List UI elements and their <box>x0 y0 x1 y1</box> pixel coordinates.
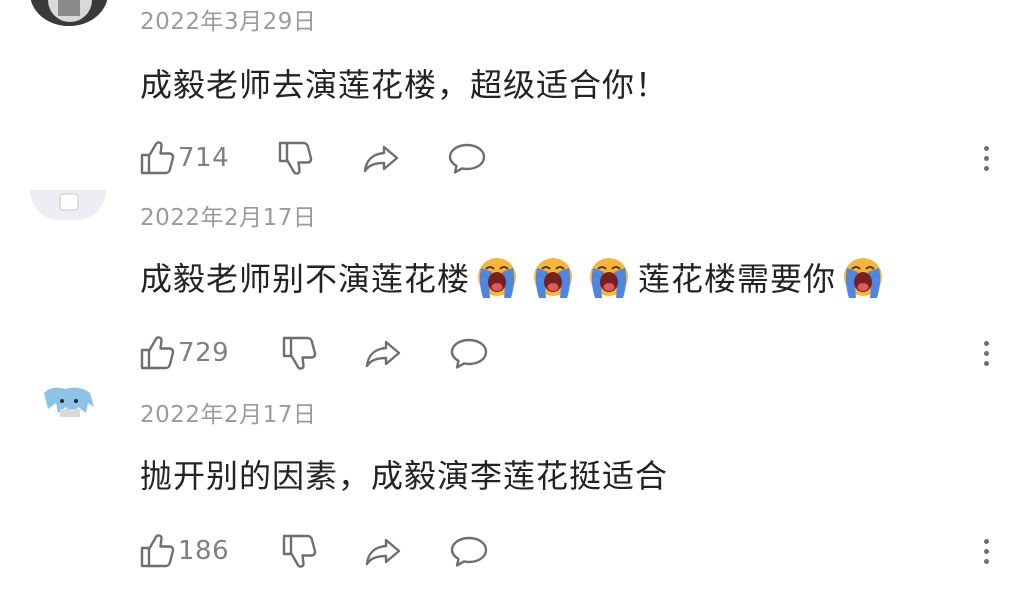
more-dot <box>983 145 989 151</box>
comment-text-segment: 成毅老师别不演莲花楼 <box>140 260 471 298</box>
thumbs-down-icon <box>282 534 317 568</box>
dislike-button[interactable] <box>280 331 318 375</box>
loudly-crying-face-emoji <box>844 258 883 298</box>
like-button[interactable]: 714 <box>138 136 229 180</box>
comment-date: 2022年3月29日 <box>140 9 317 35</box>
more-dot <box>983 548 989 554</box>
comment-actions: 186 <box>138 529 998 573</box>
comment-text: 成毅老师别不演莲花楼 莲花楼需要你 <box>140 252 892 302</box>
like-button[interactable]: 186 <box>138 529 229 573</box>
like-count: 714 <box>178 143 230 173</box>
share-arrow-icon <box>363 145 399 173</box>
reply-button[interactable] <box>446 136 488 180</box>
dislike-button[interactable] <box>280 529 318 573</box>
share-arrow-icon <box>365 340 401 368</box>
comment-text: 抛开别的因素，成毅演李莲花挺适合 <box>140 451 668 497</box>
comment-actions: 714 <box>138 136 998 180</box>
loudly-crying-face-emoji <box>534 258 573 298</box>
like-count: 186 <box>178 536 230 566</box>
reply-button[interactable] <box>448 529 490 573</box>
share-arrow-icon <box>365 538 401 566</box>
more-dot <box>983 538 989 544</box>
more-dot <box>983 558 989 564</box>
comment-date: 2022年2月17日 <box>140 402 317 428</box>
more-dot <box>983 350 989 356</box>
share-button[interactable] <box>364 529 404 573</box>
dislike-button[interactable] <box>276 136 314 180</box>
loudly-crying-face-emoji <box>478 258 517 298</box>
comment-bubble-icon <box>448 143 486 174</box>
thumbs-up-icon <box>140 336 175 370</box>
thumbs-up-icon <box>140 534 175 568</box>
avatar[interactable] <box>30 0 108 26</box>
comment-item: 2022年2月17日 抛开别的因素，成毅演李莲花挺适合 186 <box>0 385 1024 602</box>
thumbs-up-icon <box>140 141 175 175</box>
comments-page: 2022年3月29日 成毅老师去演莲花楼，超级适合你！ 714 2022年2月1… <box>0 0 1024 602</box>
comment-item: 2022年2月17日 成毅老师别不演莲花楼 莲花楼需要你 729 <box>0 190 1024 390</box>
reply-button[interactable] <box>448 331 490 375</box>
comment-text: 成毅老师去演莲花楼，超级适合你！ <box>140 60 668 106</box>
more-dot <box>983 340 989 346</box>
thumbs-down-icon <box>282 336 317 370</box>
more-dot <box>983 155 989 161</box>
comment-actions: 729 <box>138 331 998 375</box>
more-options-button[interactable] <box>974 136 998 180</box>
like-button[interactable]: 729 <box>138 331 229 375</box>
comment-text-segment: 莲花楼需要你 <box>638 260 837 298</box>
comment-text-segment: 抛开别的因素，成毅演李莲花挺适合 <box>140 457 669 495</box>
comment-item: 2022年3月29日 成毅老师去演莲花楼，超级适合你！ 714 <box>0 0 1024 190</box>
comment-date: 2022年2月17日 <box>140 205 317 231</box>
loudly-crying-face-emoji <box>590 258 629 298</box>
like-count: 729 <box>178 338 230 368</box>
more-options-button[interactable] <box>974 529 998 573</box>
more-options-button[interactable] <box>974 331 998 375</box>
avatar[interactable] <box>30 190 106 220</box>
thumbs-down-icon <box>278 141 313 175</box>
comment-text-segment: 成毅老师去演莲花楼，超级适合你！ <box>140 66 669 104</box>
comment-bubble-icon <box>450 338 488 369</box>
share-button[interactable] <box>364 331 404 375</box>
more-dot <box>983 165 989 171</box>
comment-bubble-icon <box>450 536 488 567</box>
share-button[interactable] <box>362 136 402 180</box>
avatar[interactable] <box>40 385 100 419</box>
more-dot <box>983 360 989 366</box>
